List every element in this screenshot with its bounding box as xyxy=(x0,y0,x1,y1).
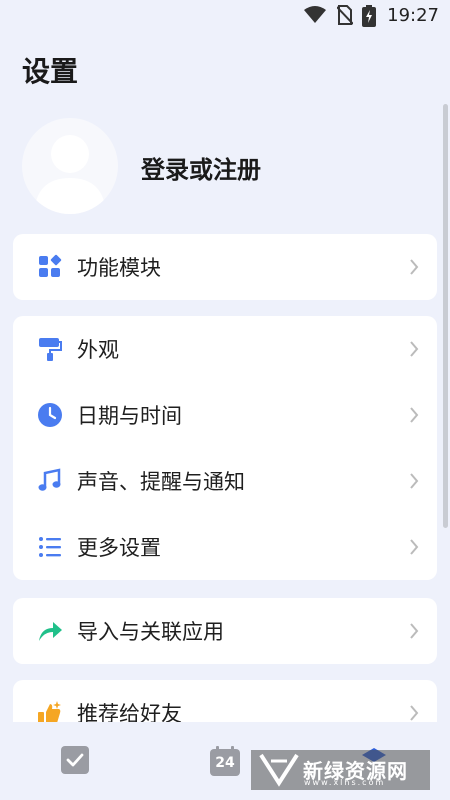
status-bar: 19:27 xyxy=(0,0,450,32)
nav-tab-tasks[interactable] xyxy=(61,746,89,778)
card-import: 导入与关联应用 xyxy=(13,598,437,664)
watermark: 新绿资源网 www.xlhs.com xyxy=(251,750,430,790)
row-more-settings[interactable]: 更多设置 xyxy=(13,514,437,580)
row-label: 外观 xyxy=(77,338,119,362)
scrollbar[interactable] xyxy=(443,104,448,528)
row-label: 日期与时间 xyxy=(77,404,182,428)
chevron-right-icon xyxy=(410,705,419,721)
paint-roller-icon xyxy=(39,338,62,361)
row-label: 声音、提醒与通知 xyxy=(77,470,245,494)
watermark-subtext: www.xlhs.com xyxy=(304,778,386,787)
clock-icon xyxy=(38,403,62,427)
row-label: 功能模块 xyxy=(77,256,161,280)
chevron-right-icon xyxy=(410,473,419,489)
list-settings-icon xyxy=(39,537,61,557)
row-appearance[interactable]: 外观 xyxy=(13,316,437,382)
default-avatar-icon xyxy=(34,135,106,214)
status-time: 19:27 xyxy=(387,5,439,26)
calendar-day-number: 24 xyxy=(215,755,235,771)
battery-charging-icon xyxy=(362,5,376,27)
chevron-right-icon xyxy=(410,539,419,555)
checkbox-icon xyxy=(61,746,89,774)
chevron-right-icon xyxy=(410,623,419,639)
row-sound-notifications[interactable]: 声音、提醒与通知 xyxy=(13,448,437,514)
card-display-settings: 外观 日期与时间 声音、提醒与通知 更多设置 xyxy=(13,316,437,580)
chevron-right-icon xyxy=(410,341,419,357)
row-label: 更多设置 xyxy=(77,536,161,560)
no-sim-icon xyxy=(337,5,353,25)
nav-tab-calendar[interactable]: 24 xyxy=(210,746,240,776)
chevron-right-icon xyxy=(410,407,419,423)
modules-icon xyxy=(39,254,62,277)
music-note-icon xyxy=(38,468,61,491)
share-arrow-icon xyxy=(39,622,62,641)
chevron-right-icon xyxy=(410,259,419,275)
watermark-logo-icon xyxy=(259,753,299,787)
row-import-link-apps[interactable]: 导入与关联应用 xyxy=(13,598,437,664)
row-date-time[interactable]: 日期与时间 xyxy=(13,382,437,448)
row-label: 导入与关联应用 xyxy=(77,620,224,644)
page-title: 设置 xyxy=(22,55,79,88)
row-feature-modules[interactable]: 功能模块 xyxy=(13,234,437,300)
card-modules: 功能模块 xyxy=(13,234,437,300)
login-register-link[interactable]: 登录或注册 xyxy=(141,150,261,185)
avatar[interactable] xyxy=(22,118,118,214)
wifi-icon xyxy=(304,6,326,23)
